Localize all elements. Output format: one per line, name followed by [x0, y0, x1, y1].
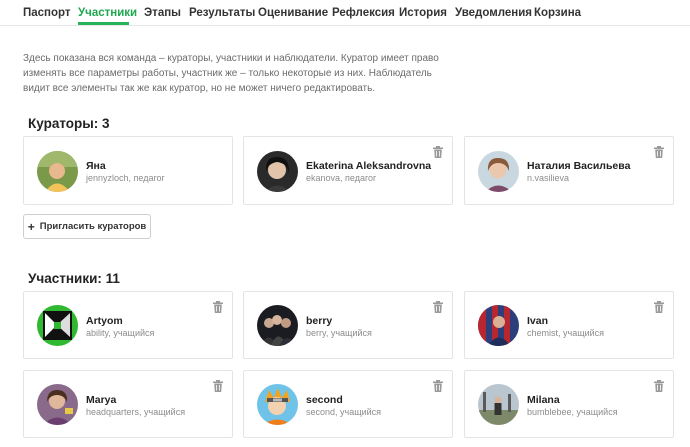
member-name: Marya: [86, 394, 117, 406]
member-name: Milana: [527, 394, 560, 406]
member-name: berry: [306, 315, 333, 327]
member-login-role: second, учащийся: [306, 407, 382, 417]
member-name: Яна: [86, 160, 106, 172]
avatar: [478, 151, 519, 192]
participant-card[interactable]: berry berry, учащийся: [243, 291, 453, 359]
tab-notifications[interactable]: Уведомления: [455, 7, 532, 19]
member-login-role: chemist, учащийся: [527, 328, 605, 338]
tab-bar: Паспорт Участники Этапы Результаты Оцени…: [0, 0, 690, 26]
participant-card[interactable]: Artyom ability, учащийся: [23, 291, 233, 359]
tab-participants[interactable]: Участники: [78, 7, 137, 19]
curator-card[interactable]: Яна jennyzloch, педагог: [23, 136, 233, 205]
avatar: [257, 151, 298, 192]
member-login-role: ability, учащийся: [86, 328, 155, 338]
tab-trash[interactable]: Корзина: [534, 7, 581, 19]
active-tab-indicator: [78, 22, 129, 25]
avatar: [37, 384, 78, 425]
curator-card[interactable]: Наталия Васильева n.vasilieva: [464, 136, 674, 205]
participants-heading: Участники: 11: [28, 271, 120, 286]
member-login-role: jennyzloch, педагог: [86, 173, 165, 183]
member-login-role: ekanova, педагог: [306, 173, 377, 183]
plus-icon: +: [27, 219, 35, 234]
team-description: Здесь показана вся команда – кураторы, у…: [23, 53, 439, 94]
member-name: second: [306, 394, 343, 406]
avatar: [37, 151, 78, 192]
tab-assessment[interactable]: Оценивание: [258, 7, 328, 19]
member-name: Artyom: [86, 315, 123, 327]
avatar: [478, 384, 519, 425]
tab-reflection[interactable]: Рефлексия: [332, 7, 395, 19]
member-name: Ekaterina Aleksandrovna: [306, 160, 432, 172]
member-login-role: n.vasilieva: [527, 173, 570, 183]
member-login-role: bumblebee, учащийся: [527, 407, 618, 417]
trash-icon[interactable]: [433, 380, 443, 392]
tab-stages[interactable]: Этапы: [144, 7, 181, 19]
tab-passport[interactable]: Паспорт: [23, 7, 71, 19]
avatar: [37, 305, 78, 346]
member-name: Наталия Васильева: [527, 160, 631, 172]
curators-heading: Кураторы: 3: [28, 116, 110, 131]
member-login-role: headquarters, учащийся: [86, 407, 186, 417]
trash-icon[interactable]: [654, 146, 664, 158]
tab-history[interactable]: История: [399, 7, 447, 19]
trash-icon[interactable]: [433, 146, 443, 158]
member-login-role: berry, учащийся: [306, 328, 372, 338]
invite-curators-button[interactable]: + Пригласить кураторов: [23, 214, 151, 239]
avatar: [257, 384, 298, 425]
trash-icon[interactable]: [433, 301, 443, 313]
avatar: [478, 305, 519, 346]
participant-card[interactable]: Ivan chemist, учащийся: [464, 291, 674, 359]
trash-icon[interactable]: [213, 301, 223, 313]
member-name: Ivan: [527, 315, 549, 327]
trash-icon[interactable]: [654, 380, 664, 392]
tab-results[interactable]: Результаты: [189, 7, 255, 19]
trash-icon[interactable]: [213, 380, 223, 392]
avatar: [257, 305, 298, 346]
trash-icon[interactable]: [654, 301, 664, 313]
participant-card[interactable]: second second, учащийся: [243, 370, 453, 438]
participant-card[interactable]: Marya headquarters, учащийся: [23, 370, 233, 438]
participant-card[interactable]: Milana bumblebee, учащийся: [464, 370, 674, 438]
curator-card[interactable]: Ekaterina Aleksandrovna ekanova, педагог: [243, 136, 453, 205]
invite-curators-label: Пригласить кураторов: [39, 221, 147, 232]
